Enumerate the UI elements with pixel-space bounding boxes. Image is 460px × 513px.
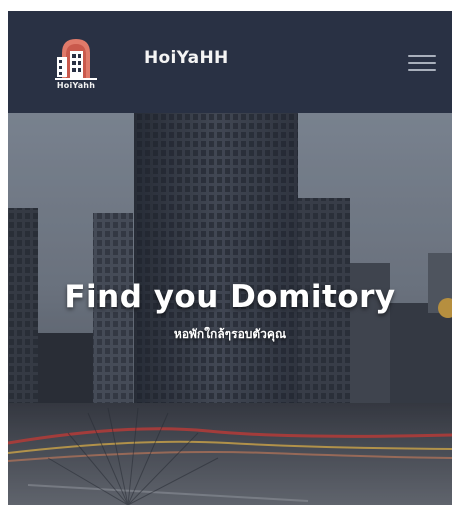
- menu-bar-bottom: [408, 69, 436, 71]
- logo-building-icon: [55, 39, 97, 80]
- hero-banner: Find you Domitory หอพักใกล้ๆรอบตัวคุณ: [8, 113, 452, 505]
- logo-text: HoiYahh: [56, 81, 96, 90]
- menu-bar-top: [408, 55, 436, 57]
- hero-title: Find you Domitory: [64, 279, 396, 315]
- navbar: HoiYahh HoiYaHH: [8, 11, 452, 113]
- hamburger-menu-icon[interactable]: [406, 51, 438, 75]
- app-frame: HoiYahh HoiYaHH Find you Domitory หอพักใ…: [8, 11, 452, 505]
- brand-name[interactable]: HoiYaHH: [144, 48, 229, 68]
- logo[interactable]: HoiYahh: [50, 35, 102, 93]
- menu-bar-middle: [408, 62, 436, 64]
- hero-subtitle: หอพักใกล้ๆรอบตัวคุณ: [173, 327, 287, 341]
